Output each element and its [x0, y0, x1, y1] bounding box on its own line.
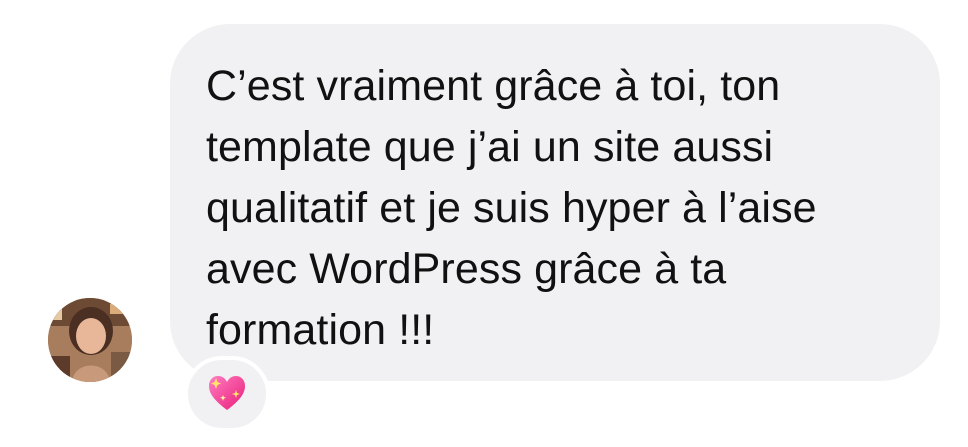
sparkling-heart-icon [209, 376, 245, 410]
message-text: C’est vraiment grâce à toi, ton template… [206, 62, 817, 354]
message-bubble[interactable]: C’est vraiment grâce à toi, ton template… [170, 24, 940, 381]
profile-photo [48, 298, 132, 382]
sender-avatar[interactable] [48, 298, 132, 382]
reaction-badge[interactable] [184, 356, 270, 432]
